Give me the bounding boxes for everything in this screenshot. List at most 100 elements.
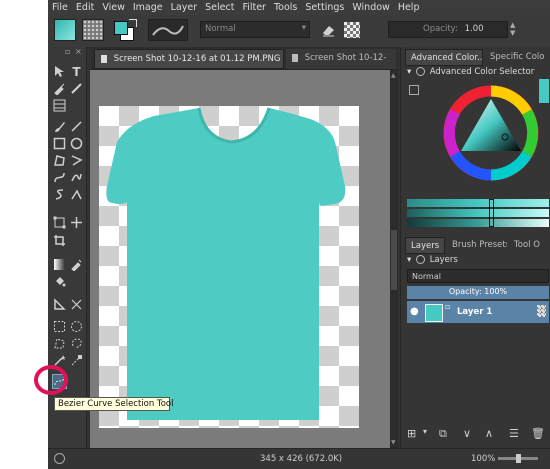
scroll-handle[interactable] bbox=[391, 230, 397, 290]
dynamic-brush-tool[interactable] bbox=[52, 187, 67, 202]
color-picker-tool[interactable] bbox=[69, 257, 84, 272]
image-canvas[interactable] bbox=[99, 106, 359, 428]
opacity-stepper[interactable]: ▲ ▼ bbox=[510, 21, 520, 38]
similar-color-selection-tool[interactable] bbox=[69, 353, 84, 368]
rectangle-tool[interactable] bbox=[52, 136, 67, 151]
tab-tool-options[interactable]: Tool O bbox=[509, 237, 549, 254]
zoom-slider-handle[interactable] bbox=[516, 454, 521, 463]
eye-visibility-icon[interactable]: ● bbox=[410, 306, 419, 317]
color-shade-bar-1[interactable] bbox=[407, 199, 549, 207]
alpha-lock-icon[interactable] bbox=[537, 305, 546, 317]
tab-brush-presets[interactable]: Brush Presets bbox=[447, 237, 507, 254]
similar-select-icon bbox=[71, 355, 82, 366]
color-swatch-strip[interactable] bbox=[539, 79, 549, 103]
collapse-arrow-icon[interactable]: ▾ bbox=[407, 255, 411, 265]
canvas-vertical-scrollbar[interactable]: ▲ ▼ bbox=[390, 70, 398, 448]
toolbox-close-icon[interactable]: × bbox=[75, 47, 82, 56]
blend-mode-combo[interactable]: Normal ▾ bbox=[200, 21, 310, 38]
duplicate-layer-icon[interactable]: ⧉ bbox=[439, 427, 447, 441]
dynamic-brush-icon bbox=[55, 189, 64, 200]
color-shade-bar-3[interactable] bbox=[407, 219, 549, 227]
layer-opacity-slider[interactable]: Opacity: 100% bbox=[407, 286, 549, 299]
pattern-preset-button[interactable] bbox=[82, 19, 104, 41]
scroll-up-icon[interactable]: ▲ bbox=[391, 72, 396, 79]
polygonal-selection-tool[interactable] bbox=[52, 336, 67, 351]
menu-help[interactable]: Help bbox=[394, 2, 424, 13]
annotation-circle bbox=[34, 365, 68, 395]
menu-edit[interactable]: Edit bbox=[72, 2, 98, 13]
transform-tool[interactable] bbox=[52, 215, 67, 230]
elliptical-selection-tool[interactable] bbox=[69, 319, 84, 334]
color-wheel[interactable] bbox=[443, 85, 539, 181]
polyline-icon bbox=[71, 155, 83, 166]
bezier-curve-tool[interactable] bbox=[52, 170, 67, 185]
menu-window[interactable]: Window bbox=[348, 2, 393, 13]
menu-image[interactable]: Image bbox=[129, 2, 167, 13]
tab-specific-color[interactable]: Specific Colo bbox=[485, 49, 549, 66]
layer-blend-mode-combo[interactable]: Normal bbox=[407, 269, 549, 283]
layer-properties-icon[interactable]: ☰ bbox=[509, 427, 519, 440]
eraser-icon bbox=[323, 26, 334, 37]
opacity-slider[interactable]: Opacity: 1.00 bbox=[388, 21, 508, 38]
layer-down-icon[interactable]: ∨ bbox=[463, 427, 471, 440]
text-tool[interactable]: T bbox=[69, 64, 84, 79]
color-shade-marker[interactable] bbox=[489, 199, 494, 227]
fill-tool[interactable] bbox=[52, 274, 67, 289]
eraser-mode-button[interactable] bbox=[320, 22, 336, 38]
menu-select[interactable]: Select bbox=[201, 2, 238, 13]
color-selector-settings-button[interactable] bbox=[409, 85, 419, 95]
menu-file[interactable]: File bbox=[48, 2, 72, 13]
assistant-tool[interactable] bbox=[69, 297, 84, 312]
freehand-path-tool[interactable] bbox=[69, 170, 84, 185]
move-tool[interactable] bbox=[69, 215, 84, 230]
zoom-level[interactable]: 100% bbox=[471, 454, 495, 464]
text-t-icon: T bbox=[72, 64, 81, 79]
edit-shapes-tool[interactable] bbox=[52, 81, 67, 96]
add-layer-icon[interactable]: ⊞ bbox=[407, 427, 416, 440]
layer-row[interactable]: ● ▫ Layer 1 bbox=[407, 301, 549, 323]
polyline-tool[interactable] bbox=[69, 153, 84, 168]
color-shade-bar-2[interactable] bbox=[407, 209, 549, 217]
freehand-brush-tool[interactable] bbox=[52, 119, 67, 134]
delete-layer-icon[interactable]: 🗑 bbox=[531, 427, 545, 440]
select-shapes-tool[interactable] bbox=[52, 64, 67, 79]
multibrush-tool[interactable] bbox=[69, 187, 84, 202]
polygon-select-icon bbox=[54, 338, 65, 349]
collapse-arrow-icon[interactable]: ▾ bbox=[407, 67, 411, 77]
swap-colors-icon[interactable] bbox=[129, 19, 137, 27]
status-settings-icon[interactable] bbox=[54, 453, 65, 464]
crop-tool[interactable] bbox=[52, 233, 67, 248]
document-tab-active[interactable]: Screen Shot 10-12-16 at 01.12 PM.PNG ✗ bbox=[94, 49, 284, 69]
brush-preset-button[interactable] bbox=[148, 19, 188, 41]
menu-tools[interactable]: Tools bbox=[270, 2, 301, 13]
gradient-preset-button[interactable] bbox=[54, 19, 76, 41]
preserve-alpha-button[interactable] bbox=[344, 22, 360, 38]
layer-up-icon[interactable]: ∧ bbox=[485, 427, 493, 440]
tab-layers[interactable]: Layers bbox=[405, 237, 445, 254]
layer-name[interactable]: Layer 1 bbox=[457, 307, 492, 317]
add-layer-dropdown-icon[interactable]: ▾ bbox=[423, 427, 427, 436]
line-tool[interactable] bbox=[69, 119, 84, 134]
fg-bg-color-selector[interactable] bbox=[112, 19, 138, 41]
polygon-icon bbox=[54, 155, 65, 166]
pattern-editing-tool[interactable] bbox=[52, 98, 67, 113]
calligraphy-tool[interactable] bbox=[69, 81, 84, 96]
ellipse-tool[interactable] bbox=[69, 136, 84, 151]
menu-layer[interactable]: Layer bbox=[167, 2, 202, 13]
scroll-down-icon[interactable]: ▼ bbox=[391, 439, 396, 446]
polygon-tool[interactable] bbox=[52, 153, 67, 168]
menu-filter[interactable]: Filter bbox=[238, 2, 270, 13]
gradient-tool[interactable] bbox=[52, 257, 67, 272]
freehand-selection-tool[interactable] bbox=[69, 336, 84, 351]
toolbox-float-icon[interactable]: ▫ bbox=[65, 47, 70, 56]
measure-tool[interactable] bbox=[52, 297, 67, 312]
zoom-slider[interactable] bbox=[498, 454, 538, 463]
rectangular-selection-tool[interactable] bbox=[52, 319, 67, 334]
tab-advanced-color[interactable]: Advanced Color... bbox=[405, 49, 483, 66]
foreground-color-swatch[interactable] bbox=[114, 21, 128, 35]
menu-view[interactable]: View bbox=[98, 2, 129, 13]
canvas-viewport[interactable] bbox=[90, 70, 390, 448]
menu-settings[interactable]: Settings bbox=[301, 2, 348, 13]
document-tab-inactive[interactable]: Screen Shot 10-12- bbox=[286, 49, 396, 69]
layers-header: ▾ Layers bbox=[407, 255, 549, 265]
